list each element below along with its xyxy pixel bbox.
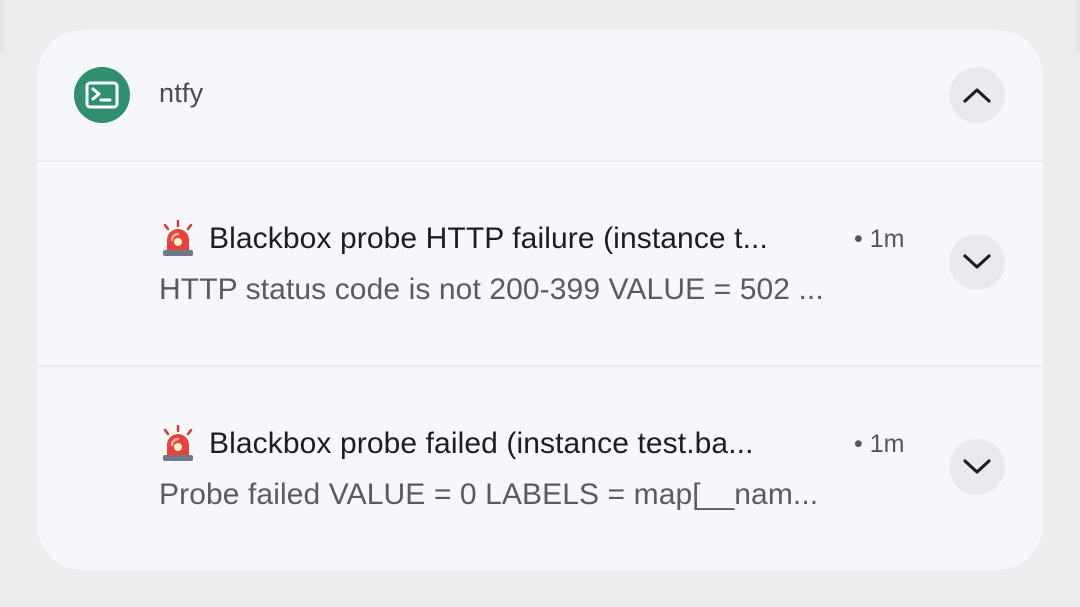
notification-item[interactable]: Blackbox probe HTTP failure (instance t.… — [37, 162, 1043, 366]
notification-item[interactable]: Blackbox probe failed (instance test.ba.… — [37, 367, 1043, 570]
notification-title-row: Blackbox probe HTTP failure (instance t.… — [159, 219, 768, 259]
notification-group-card: ntfy Blackbox probe HTTP failure (instan… — [37, 30, 1043, 570]
app-name: ntfy — [159, 78, 204, 108]
police-light-icon — [163, 220, 193, 256]
collapse-button[interactable] — [949, 67, 1005, 123]
notification-shade: ntfy Blackbox probe HTTP failure (instan… — [0, 0, 1080, 607]
chevron-down-icon — [963, 459, 991, 474]
police-light-icon — [163, 425, 193, 461]
chevron-up-icon — [963, 88, 991, 103]
notification-group-header[interactable]: ntfy — [37, 30, 1043, 160]
terminal-icon — [74, 67, 130, 123]
notification-time: • 1m — [854, 430, 905, 458]
edge-divider — [0, 0, 4, 52]
notification-title: Blackbox probe failed (instance test.ba.… — [209, 427, 754, 460]
notification-time: • 1m — [854, 225, 905, 253]
notification-title: Blackbox probe HTTP failure (instance t.… — [209, 222, 768, 255]
expand-button[interactable] — [949, 234, 1005, 290]
edge-divider — [1076, 0, 1080, 52]
expand-button[interactable] — [949, 439, 1005, 495]
notification-body: HTTP status code is not 200-399 VALUE = … — [159, 273, 824, 306]
notification-title-row: Blackbox probe failed (instance test.ba.… — [159, 424, 754, 464]
notification-body: Probe failed VALUE = 0 LABELS = map[__na… — [159, 478, 819, 511]
chevron-down-icon — [963, 254, 991, 269]
